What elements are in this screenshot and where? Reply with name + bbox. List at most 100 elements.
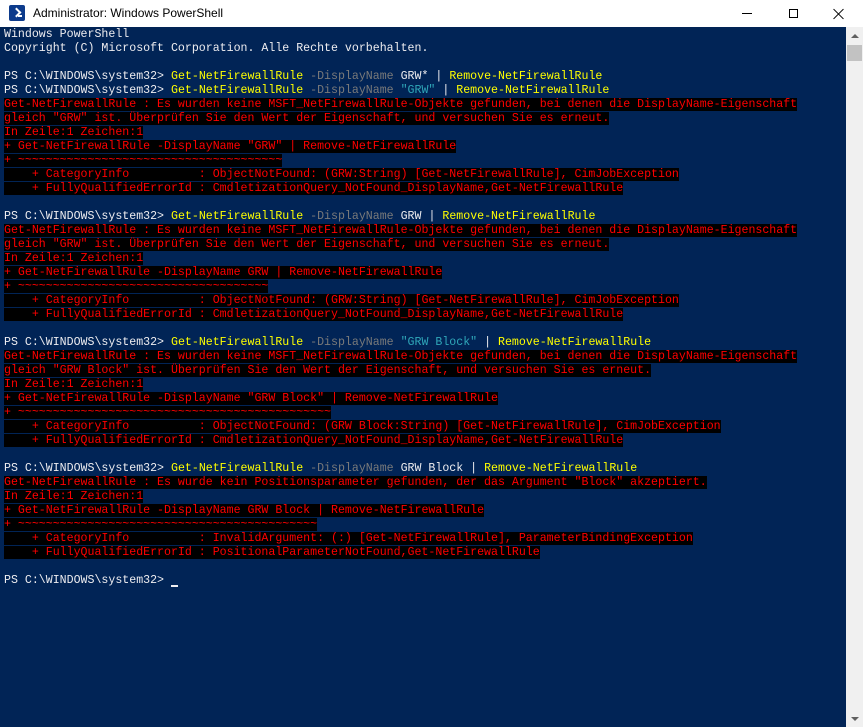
console-text: Get-NetFirewallRule : Es wurden keine MS… xyxy=(4,350,798,363)
maximize-button[interactable] xyxy=(770,0,816,27)
console-text: + CategoryInfo : InvalidArgument: (:) [G… xyxy=(4,532,693,545)
scroll-thumb[interactable] xyxy=(847,45,862,61)
console-line: + ~~~~~~~~~~~~~~~~~~~~~~~~~~~~~~~~~~~~ xyxy=(4,280,797,294)
console-line: + CategoryInfo : ObjectNotFound: (GRW Bl… xyxy=(4,420,797,434)
console-line: Get-NetFirewallRule : Es wurde kein Posi… xyxy=(4,476,797,490)
console-line: + CategoryInfo : ObjectNotFound: (GRW:St… xyxy=(4,294,797,308)
console-line: gleich "GRW" ist. Überprüfen Sie den Wer… xyxy=(4,112,797,126)
console-line: + FullyQualifiedErrorId : CmdletizationQ… xyxy=(4,308,797,322)
console-line: In Zeile:1 Zeichen:1 xyxy=(4,252,797,266)
console-text: "GRW Block" xyxy=(393,336,478,349)
console-text: GRW Block xyxy=(393,462,464,475)
console-text: Get-NetFirewallRule xyxy=(170,70,304,83)
console-line: gleich "GRW" ist. Überprüfen Sie den Wer… xyxy=(4,238,797,252)
console-text: In Zeile:1 Zeichen:1 xyxy=(4,126,144,139)
text-cursor xyxy=(171,585,178,587)
close-icon xyxy=(833,8,845,20)
console-lines: Windows PowerShell Copyright (C) Microsof… xyxy=(4,28,798,588)
console-text: gleich "GRW" ist. Überprüfen Sie den Wer… xyxy=(4,112,610,125)
console-text: + ~~~~~~~~~~~~~~~~~~~~~~~~~~~~~~~~~~~~~~ xyxy=(4,154,283,167)
console-line: + ~~~~~~~~~~~~~~~~~~~~~~~~~~~~~~~~~~~~~~… xyxy=(4,406,797,420)
console-line: PS C:\WINDOWS\system32> Get-NetFirewallR… xyxy=(4,210,797,224)
window-title: Administrator: Windows PowerShell xyxy=(33,6,224,20)
console-text: + FullyQualifiedErrorId : CmdletizationQ… xyxy=(4,182,624,195)
console-text: + ~~~~~~~~~~~~~~~~~~~~~~~~~~~~~~~~~~~~ xyxy=(4,280,269,293)
console-text: + CategoryInfo : ObjectNotFound: (GRW:St… xyxy=(4,294,679,307)
console-line: + Get-NetFirewallRule -DisplayName "GRW"… xyxy=(4,140,797,154)
console-text: gleich "GRW Block" ist. Überprüfen Sie d… xyxy=(4,364,652,377)
console-line: + CategoryInfo : InvalidArgument: (:) [G… xyxy=(4,532,797,546)
console-text: In Zeile:1 Zeichen:1 xyxy=(4,490,144,503)
console-line: Get-NetFirewallRule : Es wurden keine MS… xyxy=(4,350,798,364)
console-text: | xyxy=(435,84,457,97)
console-text: + CategoryInfo : ObjectNotFound: (GRW:St… xyxy=(4,168,679,181)
console-text: Remove-NetFirewallRule xyxy=(442,210,596,223)
console-text: PS C:\WINDOWS\system32> xyxy=(4,70,171,83)
console-text: Get-NetFirewallRule : Es wurden keine MS… xyxy=(4,98,798,111)
minimize-button[interactable] xyxy=(724,0,770,27)
console-text: In Zeile:1 Zeichen:1 xyxy=(4,252,144,265)
console-text: Copyright (C) Microsoft Corporation. All… xyxy=(4,42,429,55)
console-text: + Get-NetFirewallRule -DisplayName GRW |… xyxy=(4,266,443,279)
vertical-scrollbar[interactable] xyxy=(846,27,863,727)
console-line: PS C:\WINDOWS\system32> Get-NetFirewallR… xyxy=(4,84,797,98)
scroll-down-button[interactable] xyxy=(846,710,863,727)
console-line: PS C:\WINDOWS\system32> Get-NetFirewallR… xyxy=(4,336,797,350)
console-text: GRW xyxy=(393,210,422,223)
console-text: PS C:\WINDOWS\system32> xyxy=(4,462,171,475)
console-output[interactable]: Windows PowerShell Copyright (C) Microsof… xyxy=(0,27,846,727)
close-button[interactable] xyxy=(816,0,862,27)
console-line: + FullyQualifiedErrorId : CmdletizationQ… xyxy=(4,434,797,448)
scroll-up-button[interactable] xyxy=(846,27,863,44)
console-text: Remove-NetFirewallRule xyxy=(498,336,652,349)
console-text: + FullyQualifiedErrorId : PositionalPara… xyxy=(4,546,540,559)
title-bar[interactable]: Administrator: Windows PowerShell xyxy=(0,0,863,27)
console-text: + FullyQualifiedErrorId : CmdletizationQ… xyxy=(4,308,624,321)
console-line: In Zeile:1 Zeichen:1 xyxy=(4,490,797,504)
console-line: Copyright (C) Microsoft Corporation. All… xyxy=(4,42,797,56)
console-line: Windows PowerShell xyxy=(4,28,797,42)
console-text: + ~~~~~~~~~~~~~~~~~~~~~~~~~~~~~~~~~~~~~~… xyxy=(4,406,331,419)
console-text: PS C:\WINDOWS\system32> xyxy=(4,574,165,587)
arrow-up-icon xyxy=(850,33,859,38)
console-text: -DisplayName xyxy=(303,84,394,97)
console-text: | xyxy=(428,70,450,83)
arrow-down-icon xyxy=(850,716,859,721)
console-text: Remove-NetFirewallRule xyxy=(484,462,638,475)
console-text: Get-NetFirewallRule : Es wurde kein Posi… xyxy=(4,476,707,489)
console-text: GRW* xyxy=(393,70,429,83)
console-line: + CategoryInfo : ObjectNotFound: (GRW:St… xyxy=(4,168,797,182)
console-line: + ~~~~~~~~~~~~~~~~~~~~~~~~~~~~~~~~~~~~~~ xyxy=(4,154,797,168)
powershell-icon xyxy=(9,5,25,21)
console-text: Windows PowerShell xyxy=(4,28,130,41)
console-line: In Zeile:1 Zeichen:1 xyxy=(4,378,797,392)
console-text: -DisplayName xyxy=(303,210,394,223)
console-text: Get-NetFirewallRule xyxy=(170,84,304,97)
minimize-icon xyxy=(742,13,752,14)
console-line: PS C:\WINDOWS\system32> Get-NetFirewallR… xyxy=(4,70,797,84)
console-text: | xyxy=(421,210,443,223)
console-text: + CategoryInfo : ObjectNotFound: (GRW Bl… xyxy=(4,420,721,433)
console-text: PS C:\WINDOWS\system32> xyxy=(4,84,171,97)
maximize-icon xyxy=(788,9,798,18)
console-line: + Get-NetFirewallRule -DisplayName GRW B… xyxy=(4,504,797,518)
console-line: + Get-NetFirewallRule -DisplayName GRW |… xyxy=(4,266,797,280)
console-text: | xyxy=(477,336,499,349)
console-text: Get-NetFirewallRule xyxy=(170,336,304,349)
console-text: "GRW" xyxy=(393,84,436,97)
console-text: + ~~~~~~~~~~~~~~~~~~~~~~~~~~~~~~~~~~~~~~… xyxy=(4,518,318,531)
console-text: + Get-NetFirewallRule -DisplayName GRW B… xyxy=(4,504,485,517)
console-text: | xyxy=(463,462,485,475)
console-text: In Zeile:1 Zeichen:1 xyxy=(4,378,144,391)
console-text: gleich "GRW" ist. Überprüfen Sie den Wer… xyxy=(4,238,610,251)
console-text: + Get-NetFirewallRule -DisplayName "GRW"… xyxy=(4,140,457,153)
console-line: Get-NetFirewallRule : Es wurden keine MS… xyxy=(4,98,798,112)
console-line: + Get-NetFirewallRule -DisplayName "GRW … xyxy=(4,392,797,406)
console-text: + FullyQualifiedErrorId : CmdletizationQ… xyxy=(4,434,624,447)
console-text: Remove-NetFirewallRule xyxy=(449,70,603,83)
console-text: -DisplayName xyxy=(303,70,394,83)
